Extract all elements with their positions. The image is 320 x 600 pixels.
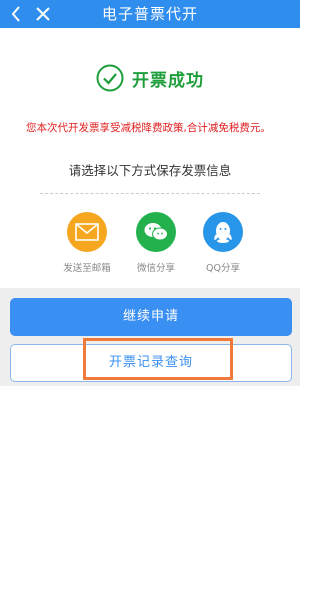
continue-apply-button[interactable]: 继续申请	[10, 298, 292, 336]
qq-circle[interactable]	[203, 212, 243, 252]
close-button[interactable]	[30, 0, 56, 28]
header-bar: 电子普票代开	[0, 0, 300, 28]
check-circle-icon	[96, 64, 124, 92]
mail-icon	[75, 223, 99, 241]
share-qq-option[interactable]: QQ分享	[183, 212, 263, 274]
tax-reduction-notice: 您本次代开发票享受减税降费政策,合计减免税费元。	[26, 122, 271, 134]
share-email-option[interactable]: 发送至邮箱	[47, 212, 127, 274]
success-text: 开票成功	[132, 70, 204, 91]
qq-label: QQ分享	[206, 263, 240, 274]
wechat-circle[interactable]	[136, 212, 176, 252]
qq-icon	[214, 222, 232, 243]
email-label: 发送至邮箱	[63, 263, 111, 274]
email-circle[interactable]	[67, 212, 107, 252]
success-status: 开票成功	[0, 58, 300, 98]
chevron-left-icon	[11, 6, 20, 22]
wechat-icon	[144, 223, 168, 241]
dashed-divider	[40, 193, 260, 194]
invoice-records-query-button[interactable]: 开票记录查询	[10, 344, 292, 382]
save-prompt: 请选择以下方式保存发票信息	[68, 163, 232, 178]
close-icon	[36, 7, 50, 21]
back-button[interactable]	[4, 0, 28, 28]
